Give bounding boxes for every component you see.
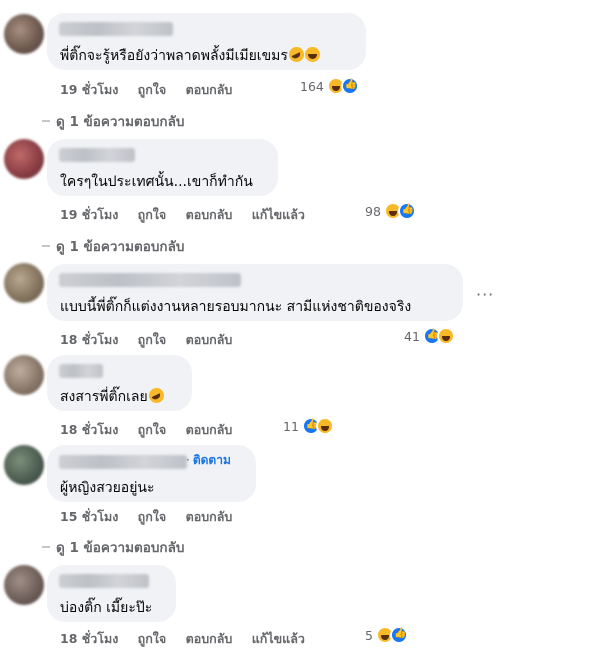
comment-text: บ่องติ๊ก เมี๊ยะป๊ะ bbox=[60, 600, 153, 616]
comment-text: แบบนี้พี่ติ๊กก็แต่งงานหลายรอบมากนะ สามีแ… bbox=[60, 299, 412, 315]
like-reaction-icon bbox=[389, 626, 408, 644]
like-button[interactable]: ถูกใจ bbox=[138, 207, 167, 222]
comment-time[interactable]: 15 ชั่วโมง bbox=[60, 509, 118, 524]
reaction-count: 5 bbox=[365, 627, 373, 643]
reply-button[interactable]: ตอบกลับ bbox=[186, 509, 233, 524]
separator-dot: · bbox=[186, 453, 190, 467]
comment-actions: 18 ชั่วโมง ถูกใจ ตอบกลับ แก้ไขแล้ว bbox=[60, 629, 320, 649]
comment-time[interactable]: 18 ชั่วโมง bbox=[60, 631, 118, 646]
commenter-name-blurred[interactable] bbox=[59, 148, 135, 162]
edited-label[interactable]: แก้ไขแล้ว bbox=[252, 207, 305, 222]
comment-bubble: · ติดตาม ผู้หญิงสวยอยู่นะ bbox=[47, 445, 256, 502]
like-button[interactable]: ถูกใจ bbox=[138, 631, 167, 646]
reply-button[interactable]: ตอบกลับ bbox=[186, 631, 233, 646]
comment-time[interactable]: 18 ชั่วโมง bbox=[60, 422, 118, 437]
reaction-count: 11 bbox=[283, 418, 299, 434]
grin-emoji-icon bbox=[304, 47, 320, 62]
like-button[interactable]: ถูกใจ bbox=[138, 422, 167, 437]
reaction-summary[interactable]: 98 bbox=[365, 202, 416, 220]
comment-bubble: ใครๆในประเทศนั้น...เขาก็ทำกัน bbox=[47, 139, 278, 196]
reaction-count: 98 bbox=[365, 203, 381, 219]
comment-text-row: บ่องติ๊ก เมี๊ยะป๊ะ bbox=[60, 597, 152, 619]
reply-button[interactable]: ตอบกลับ bbox=[186, 82, 233, 97]
rofl-emoji-icon bbox=[288, 47, 304, 62]
reply-thread-line bbox=[42, 546, 50, 548]
comment-actions: 18 ชั่วโมง ถูกใจ ตอบกลับ bbox=[60, 330, 247, 350]
like-button[interactable]: ถูกใจ bbox=[138, 332, 167, 347]
comment-time[interactable]: 18 ชั่วโมง bbox=[60, 332, 118, 347]
haha-reaction-icon bbox=[436, 327, 455, 345]
reaction-summary[interactable]: 11 bbox=[283, 417, 334, 435]
avatar[interactable] bbox=[4, 139, 44, 179]
view-replies-label: ดู 1 ข้อความตอบกลับ bbox=[56, 540, 185, 556]
reaction-summary[interactable]: 41 bbox=[404, 327, 455, 345]
view-replies-label: ดู 1 ข้อความตอบกลับ bbox=[56, 114, 185, 130]
comment-text-row: สงสารพี่ติ๊กเลย bbox=[60, 386, 164, 408]
edited-label[interactable]: แก้ไขแล้ว bbox=[252, 631, 305, 646]
reply-thread-line bbox=[42, 245, 50, 247]
reaction-count: 41 bbox=[404, 328, 420, 344]
view-replies-link[interactable]: ดู 1 ข้อความตอบกลับ bbox=[42, 235, 184, 257]
view-replies-link[interactable]: ดู 1 ข้อความตอบกลับ bbox=[42, 536, 184, 558]
comment-text: ใครๆในประเทศนั้น...เขาก็ทำกัน bbox=[60, 174, 253, 190]
comment-text-row: แบบนี้พี่ติ๊กก็แต่งงานหลายรอบมากนะ สามีแ… bbox=[60, 296, 411, 318]
like-reaction-icon bbox=[340, 77, 359, 95]
avatar[interactable] bbox=[4, 565, 44, 605]
comment-time[interactable]: 19 ชั่วโมง bbox=[60, 82, 118, 97]
comment-text-row: ใครๆในประเทศนั้น...เขาก็ทำกัน bbox=[60, 171, 253, 193]
comment-text-row: พี่ติ๊กจะรู้หรือยังว่าพลาดพลั้งมีเมียเขม… bbox=[60, 45, 320, 67]
reaction-summary[interactable]: 164 bbox=[300, 77, 359, 95]
commenter-name-blurred[interactable] bbox=[59, 455, 187, 469]
more-options-icon[interactable]: ··· bbox=[476, 285, 494, 304]
comment-bubble: บ่องติ๊ก เมี๊ยะป๊ะ bbox=[47, 565, 176, 622]
commenter-name-blurred[interactable] bbox=[59, 273, 241, 287]
comment-text: ผู้หญิงสวยอยู่นะ bbox=[60, 480, 155, 496]
like-reaction-icon bbox=[397, 202, 416, 220]
view-replies-label: ดู 1 ข้อความตอบกลับ bbox=[56, 239, 185, 255]
reply-thread-line bbox=[42, 120, 50, 122]
comment-text-row: ผู้หญิงสวยอยู่นะ bbox=[60, 477, 155, 499]
like-button[interactable]: ถูกใจ bbox=[138, 509, 167, 524]
comment-time[interactable]: 19 ชั่วโมง bbox=[60, 207, 118, 222]
follow-row: · ติดตาม bbox=[186, 451, 231, 470]
avatar[interactable] bbox=[4, 14, 44, 54]
comment-bubble: พี่ติ๊กจะรู้หรือยังว่าพลาดพลั้งมีเมียเขม… bbox=[47, 13, 366, 70]
avatar[interactable] bbox=[4, 445, 44, 485]
commenter-name-blurred[interactable] bbox=[59, 364, 103, 378]
reply-button[interactable]: ตอบกลับ bbox=[186, 332, 233, 347]
reaction-summary[interactable]: 5 bbox=[365, 626, 408, 644]
comment-actions: 18 ชั่วโมง ถูกใจ ตอบกลับ bbox=[60, 420, 247, 440]
commenter-name-blurred[interactable] bbox=[59, 22, 173, 36]
like-button[interactable]: ถูกใจ bbox=[138, 82, 167, 97]
comment-actions: 19 ชั่วโมง ถูกใจ ตอบกลับ แก้ไขแล้ว bbox=[60, 205, 320, 225]
haha-reaction-icon bbox=[315, 417, 334, 435]
comment-text: สงสารพี่ติ๊กเลย bbox=[60, 389, 148, 405]
avatar[interactable] bbox=[4, 263, 44, 303]
comment-text: พี่ติ๊กจะรู้หรือยังว่าพลาดพลั้งมีเมียเขม… bbox=[60, 48, 288, 64]
rofl-emoji-icon bbox=[148, 388, 164, 403]
comment-bubble: สงสารพี่ติ๊กเลย bbox=[47, 355, 192, 411]
reply-button[interactable]: ตอบกลับ bbox=[186, 422, 233, 437]
commenter-name-blurred[interactable] bbox=[59, 574, 149, 588]
avatar[interactable] bbox=[4, 355, 44, 395]
follow-button[interactable]: ติดตาม bbox=[193, 453, 231, 467]
reply-button[interactable]: ตอบกลับ bbox=[186, 207, 233, 222]
comment-actions: 15 ชั่วโมง ถูกใจ ตอบกลับ bbox=[60, 507, 247, 527]
comment-bubble: แบบนี้พี่ติ๊กก็แต่งงานหลายรอบมากนะ สามีแ… bbox=[47, 264, 463, 321]
view-replies-link[interactable]: ดู 1 ข้อความตอบกลับ bbox=[42, 110, 184, 132]
comment-actions: 19 ชั่วโมง ถูกใจ ตอบกลับ bbox=[60, 80, 247, 100]
reaction-count: 164 bbox=[300, 78, 324, 94]
